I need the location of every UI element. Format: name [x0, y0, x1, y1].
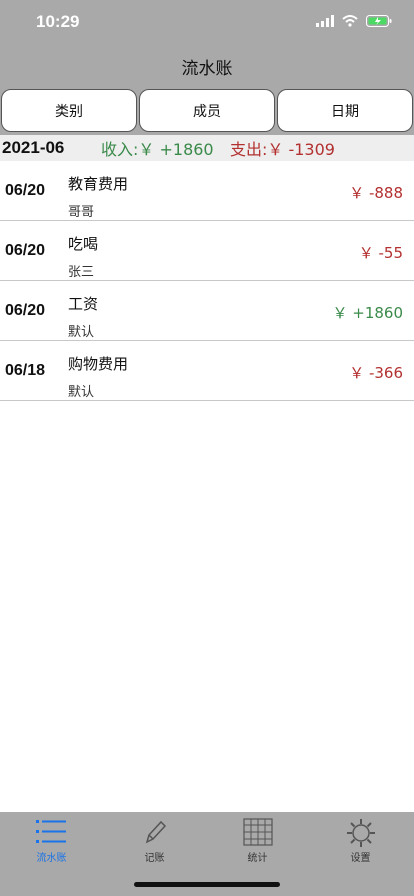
list-item[interactable]: 06/18 购物费用 默认 ￥ -366	[0, 341, 414, 401]
entry-amount: ￥ -55	[358, 244, 403, 262]
summary-month: 2021-06	[2, 138, 65, 157]
entry-category: 吃喝	[68, 235, 99, 253]
tab-label: 统计	[247, 853, 268, 864]
summary-expense: 支出:￥ -1309	[230, 140, 335, 159]
page-title: 流水账	[181, 59, 233, 79]
tab-label: 记账	[144, 853, 165, 864]
tab-label: 流水账	[36, 853, 67, 864]
entry-member: 哥哥	[68, 205, 95, 220]
filter-date-button[interactable]: 日期	[277, 89, 413, 132]
tab-statistics[interactable]: 统计	[206, 812, 309, 864]
entry-date: 06/20	[5, 182, 46, 199]
tab-settings[interactable]: 设置	[309, 812, 412, 864]
tab-ledger[interactable]: 流水账	[0, 812, 103, 864]
tab-label: 设置	[350, 853, 371, 864]
list-item[interactable]: 06/20 工资 默认 ￥ +1860	[0, 281, 414, 341]
summary-income: 收入:￥ +1860	[101, 140, 214, 159]
signal-icon	[316, 15, 334, 27]
month-summary: 2021-06 收入:￥ +1860 支出:￥ -1309	[0, 135, 414, 161]
entry-amount: ￥ -366	[349, 364, 403, 382]
entry-member: 张三	[68, 265, 95, 280]
filter-bar: 类别 成员 日期	[0, 89, 414, 132]
status-time: 10:29	[36, 12, 80, 31]
list-item[interactable]: 06/20 吃喝 张三 ￥ -55	[0, 221, 414, 281]
entry-date: 06/20	[5, 302, 46, 319]
entry-category: 购物费用	[68, 355, 129, 373]
entry-amount: ￥ -888	[349, 184, 403, 202]
entry-category: 教育费用	[68, 175, 129, 193]
filter-category-button[interactable]: 类别	[1, 89, 137, 132]
filter-member-button[interactable]: 成员	[139, 89, 275, 132]
entry-date: 06/20	[5, 242, 46, 259]
pencil-icon	[145, 820, 166, 844]
list-item[interactable]: 06/20 教育费用 哥哥 ￥ -888	[0, 161, 414, 221]
gear-icon	[346, 819, 375, 847]
list-icon	[35, 820, 66, 843]
status-icons	[316, 15, 392, 27]
header: 10:29 流水账 类别 成员 日期	[0, 0, 414, 135]
tab-record[interactable]: 记账	[103, 812, 206, 864]
entry-date: 06/18	[5, 362, 46, 379]
entry-category: 工资	[68, 295, 99, 313]
wifi-icon	[342, 15, 358, 27]
entry-member: 默认	[68, 385, 95, 400]
entry-amount: ￥ +1860	[332, 304, 403, 322]
entry-list: 06/20 教育费用 哥哥 ￥ -888 06/20 吃喝 张三 ￥ -55 0…	[0, 161, 414, 401]
home-indicator[interactable]	[134, 882, 280, 887]
entry-member: 默认	[68, 325, 95, 340]
grid-icon	[242, 818, 273, 846]
battery-icon	[366, 15, 392, 27]
status-bar: 10:29	[0, 0, 414, 44]
